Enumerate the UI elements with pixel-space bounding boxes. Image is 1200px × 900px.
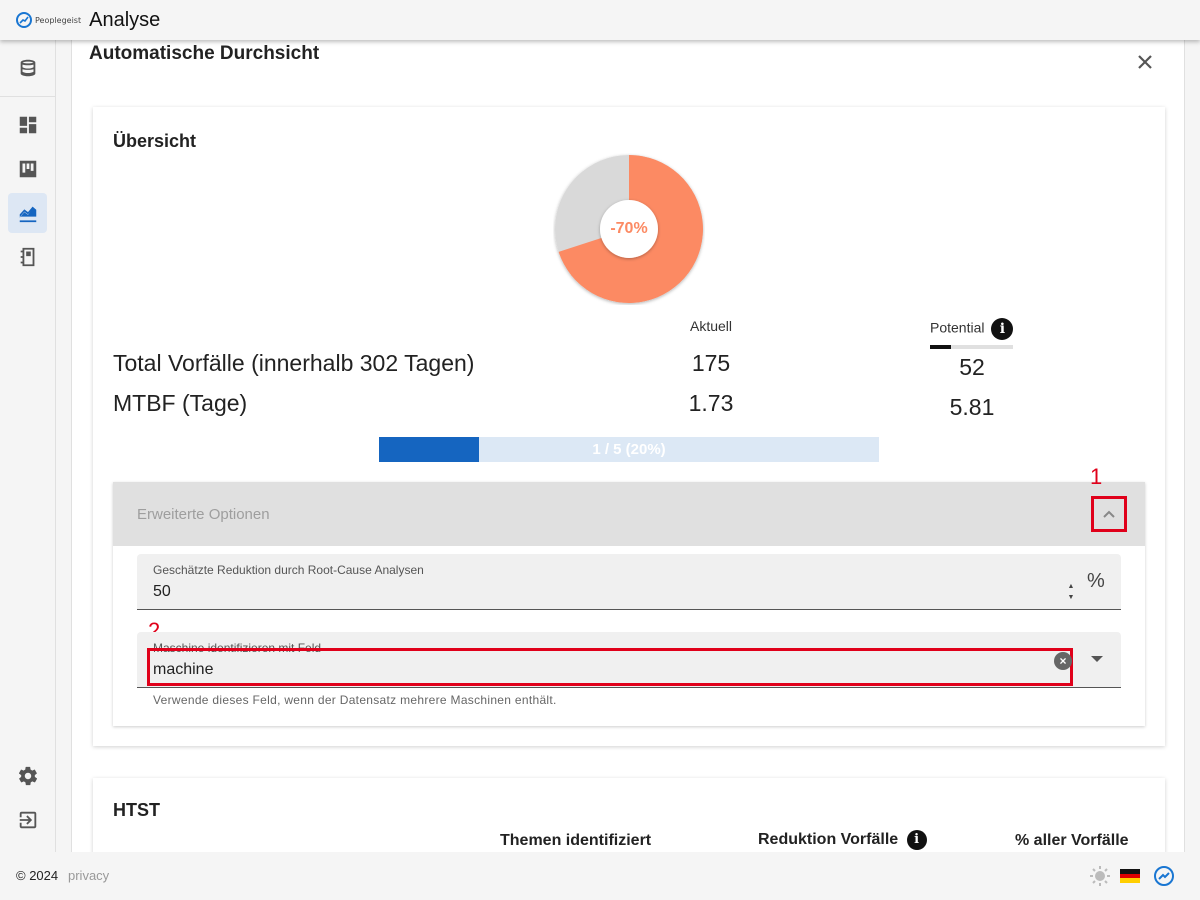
nav-settings[interactable]	[8, 756, 47, 796]
htst-card: HTST Themen identifiziert Reduktion Vorf…	[93, 778, 1165, 852]
peoplegeist-logo-icon	[1154, 866, 1174, 886]
potential-label: Potential	[930, 319, 985, 336]
reduction-percentage-field[interactable]: Geschätzte Reduktion durch Root-Cause An…	[137, 554, 1121, 610]
nav-database[interactable]	[8, 48, 47, 88]
machine-field-value[interactable]: machine	[153, 661, 213, 679]
clear-icon[interactable]: ×	[1054, 652, 1072, 670]
metric-label-total-incidents: Total Vorfälle (innerhalb 302 Tagen)	[113, 350, 475, 376]
nav-notebook[interactable]	[8, 237, 47, 277]
stepper-down-icon: ▼	[1067, 594, 1075, 601]
info-icon[interactable]: i	[991, 318, 1014, 340]
reduction-field-label: Geschätzte Reduktion durch Root-Cause An…	[153, 563, 424, 577]
app-title: Analyse	[89, 8, 161, 31]
dialog-title: Automatische Durchsicht	[89, 43, 320, 64]
close-icon	[1138, 55, 1152, 69]
logo-text: Peoplegeist	[35, 15, 82, 25]
metric-potential-mtbf: 5.81	[949, 394, 995, 420]
dropdown-arrow-icon[interactable]	[1091, 656, 1103, 662]
potential-level-fill	[930, 345, 951, 349]
nav-dashboard[interactable]	[8, 105, 47, 145]
copyright-text: © 2024	[16, 868, 59, 883]
privacy-link[interactable]: privacy	[68, 868, 109, 883]
nav-rail	[0, 40, 56, 852]
analytics-icon	[19, 206, 36, 223]
nav-logout[interactable]	[8, 800, 47, 840]
review-progress-bar: 1 / 5 (20%)	[379, 437, 879, 462]
metric-current-mtbf: 1.73	[688, 390, 734, 416]
overview-card: Übersicht -70% Aktuell Potential i Total…	[93, 107, 1165, 746]
language-switch-button[interactable]	[1119, 865, 1141, 887]
highlight-box-machine	[147, 648, 1073, 686]
theme-toggle-button[interactable]	[1089, 865, 1111, 887]
peoplegeist-logo-button[interactable]	[1153, 865, 1175, 887]
logo-icon	[16, 12, 32, 28]
number-stepper[interactable]: ▲ ▼	[1065, 582, 1077, 602]
logout-icon	[19, 811, 36, 829]
info-icon[interactable]: i	[906, 830, 927, 850]
donut-center-label: -70%	[610, 220, 648, 237]
stepper-up-icon: ▲	[1067, 583, 1075, 590]
advanced-options-panel: Erweiterte Optionen 1 Geschätzte Redukti…	[113, 464, 1145, 726]
nav-analytics[interactable]	[8, 193, 47, 233]
notebook-icon	[20, 247, 34, 267]
column-header-potential: Potential i	[930, 318, 1014, 340]
footer: © 2024 privacy	[0, 852, 1200, 900]
machine-field-select[interactable]: Maschine identifizieren mit Feld machine…	[137, 632, 1121, 688]
collapse-toggle-button[interactable]	[1091, 496, 1127, 532]
column-header-current: Aktuell	[690, 318, 733, 334]
metric-potential-total-incidents: 52	[959, 354, 985, 380]
dashboard-icon	[19, 116, 36, 134]
advanced-options-title: Erweiterte Optionen	[137, 506, 270, 523]
potential-level-bar	[930, 345, 1013, 349]
peoplegeist-logo[interactable]: Peoplegeist	[16, 12, 81, 28]
htst-title: HTST	[113, 800, 160, 820]
nav-board[interactable]	[8, 149, 47, 189]
machine-field-hint: Verwende dieses Feld, wenn der Datensatz…	[153, 693, 557, 707]
app-bar: Peoplegeist Analyse	[0, 0, 1200, 40]
metric-current-total-incidents: 175	[691, 350, 731, 376]
nav-divider	[0, 96, 56, 97]
annotation-marker-1: 1	[1090, 464, 1103, 489]
close-button[interactable]	[1133, 50, 1157, 74]
htst-column-topics: Themen identifiziert	[500, 832, 652, 849]
advanced-options-header[interactable]: Erweiterte Optionen	[113, 482, 1145, 546]
gear-icon	[18, 766, 37, 786]
metric-label-mtbf: MTBF (Tage)	[113, 390, 248, 416]
overview-title: Übersicht	[113, 131, 197, 151]
sun-icon	[1090, 866, 1110, 886]
german-flag-icon	[1120, 869, 1140, 884]
htst-column-share: % aller Vorfälle	[1015, 832, 1129, 849]
kanban-icon	[19, 160, 36, 178]
percent-suffix: %	[1087, 570, 1105, 592]
chevron-up-icon	[1103, 510, 1115, 518]
htst-column-reduction-label: Reduktion Vorfälle	[758, 831, 899, 849]
auto-review-dialog: Automatische Durchsicht Übersicht -70% A…	[71, 40, 1185, 852]
reduction-field-value[interactable]: 50	[153, 583, 171, 601]
progress-text: 1 / 5 (20%)	[592, 441, 666, 458]
database-icon	[20, 59, 35, 77]
htst-column-reduction: Reduktion Vorfälle i	[758, 830, 927, 850]
